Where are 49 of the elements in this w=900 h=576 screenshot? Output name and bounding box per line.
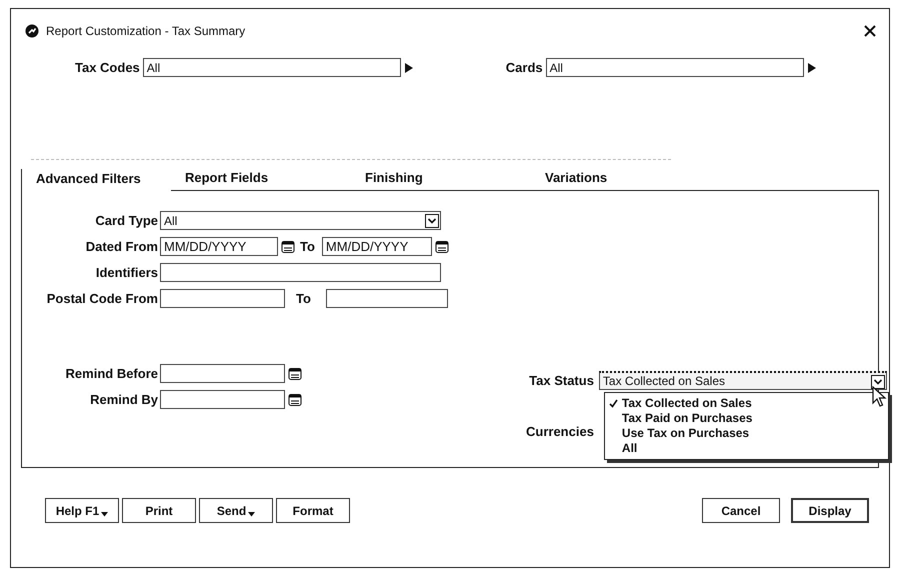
currencies-label: Currencies	[525, 424, 595, 439]
dropdown-option[interactable]: Tax Collected on Sales	[604, 396, 888, 411]
dialog-button[interactable]: Print	[122, 498, 196, 523]
dropdown-value: All	[164, 214, 178, 228]
selector-field[interactable]: All	[142, 58, 401, 77]
tab[interactable]: Advanced Filters	[21, 169, 171, 191]
calendar-icon[interactable]	[281, 240, 295, 254]
selector-field[interactable]: All	[546, 58, 804, 77]
dialog-button[interactable]: Cancel	[702, 498, 780, 523]
dialog-button[interactable]: Send	[199, 498, 273, 523]
filter-label: Card Type	[94, 213, 159, 228]
caret-icon	[248, 512, 256, 517]
reminder-label: Remind Before	[64, 366, 159, 381]
tab[interactable]: Report Fields	[171, 168, 351, 191]
to-label: To	[296, 291, 312, 306]
calendar-icon[interactable]	[288, 366, 302, 380]
app-icon	[25, 24, 39, 38]
calendar-icon[interactable]	[434, 240, 449, 254]
reminder-date-field[interactable]	[160, 364, 285, 383]
calendar-icon[interactable]	[288, 392, 302, 406]
selector-label: Cards	[506, 60, 543, 75]
date-field[interactable]: MM/DD/YYYY	[322, 237, 432, 256]
postal-code-field[interactable]	[326, 289, 448, 308]
tab[interactable]: Finishing	[351, 168, 531, 191]
filter-label: Identifiers	[94, 265, 159, 280]
dialog-button[interactable]: Help F1	[45, 498, 119, 523]
play-arrow-icon[interactable]	[404, 62, 414, 74]
identifiers-field[interactable]	[160, 263, 441, 282]
to-label: To	[300, 239, 316, 254]
dropdown-option[interactable]: All	[604, 441, 888, 456]
selector-label: Tax Codes	[75, 60, 140, 75]
filter-label: Postal Code From	[46, 291, 159, 306]
tab[interactable]: Variations	[531, 168, 711, 191]
date-field[interactable]: MM/DD/YYYY	[160, 237, 278, 256]
postal-code-field[interactable]	[160, 289, 285, 308]
tax-status-label: Tax Status	[528, 373, 595, 388]
dropdown-value: Tax Collected on Sales	[602, 374, 725, 388]
window-title: Report Customization - Tax Summary	[46, 24, 246, 38]
play-arrow-icon[interactable]	[806, 62, 817, 74]
card-type-dropdown[interactable]: All	[160, 211, 441, 230]
dialog-button[interactable]: Format	[276, 498, 350, 523]
reminder-label: Remind By	[89, 392, 159, 407]
close-icon[interactable]	[863, 24, 877, 38]
dropdown-option[interactable]: Use Tax on Purchases	[604, 426, 888, 441]
dropdown-option[interactable]: Tax Paid on Purchases	[604, 411, 888, 426]
reminder-date-field[interactable]	[160, 390, 285, 409]
caret-icon	[101, 512, 108, 517]
dialog-button[interactable]: Display	[791, 498, 869, 523]
filter-label: Dated From	[84, 239, 159, 254]
